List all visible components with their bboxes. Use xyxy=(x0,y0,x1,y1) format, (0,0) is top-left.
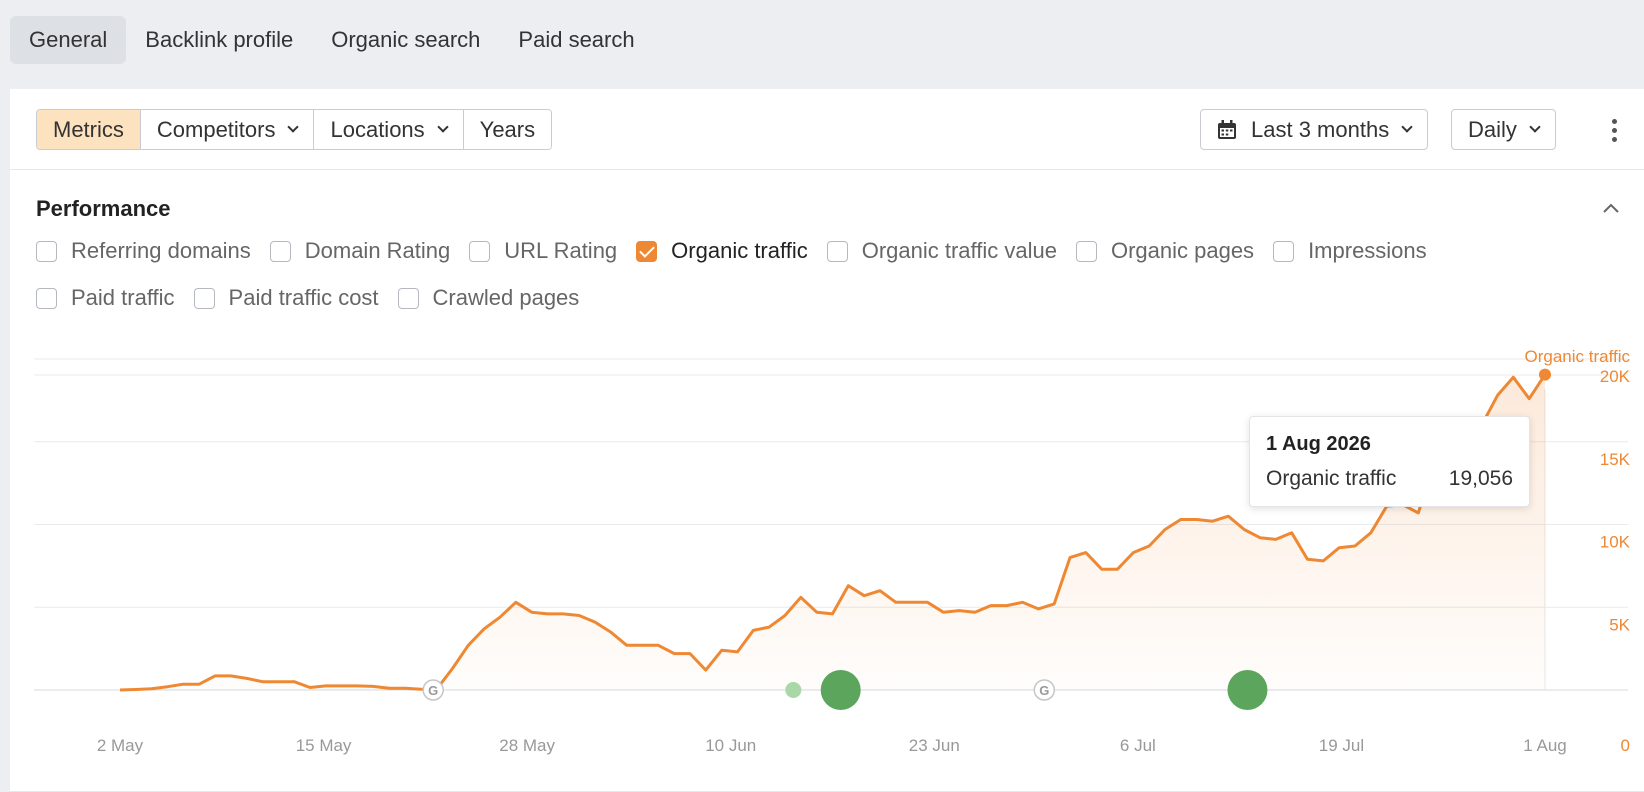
y-tick-label: 0 xyxy=(1621,736,1630,755)
y-tick-label: 10K xyxy=(1600,533,1631,552)
x-tick-label: 10 Jun xyxy=(705,736,756,755)
main-card: Metrics Competitors Locations Years Last… xyxy=(10,89,1644,792)
tab-general[interactable]: General xyxy=(10,16,127,64)
data-point[interactable] xyxy=(1539,368,1551,381)
x-tick-label: 15 May xyxy=(296,736,352,755)
annotation-marker[interactable] xyxy=(785,682,802,698)
tab-organic-search[interactable]: Organic search xyxy=(312,16,499,64)
tab-backlink-profile[interactable]: Backlink profile xyxy=(126,16,312,64)
y-tick-label: 15K xyxy=(1600,450,1631,469)
tooltip-date: 1 Aug 2026 xyxy=(1266,433,1371,455)
tooltip-value: 19,056 xyxy=(1448,467,1513,490)
annotation-marker[interactable] xyxy=(820,670,861,710)
google-update-icon[interactable]: G xyxy=(422,679,444,701)
google-update-icon[interactable]: G xyxy=(1033,679,1056,701)
x-tick-label: 19 Jul xyxy=(1319,736,1364,755)
tab-paid-search[interactable]: Paid search xyxy=(499,16,653,64)
x-tick-label: 6 Jul xyxy=(1120,736,1156,755)
x-tick-label: 23 Jun xyxy=(909,736,960,755)
chart-tooltip: 1 Aug 2026 Organic traffic 19,056 xyxy=(1249,416,1530,507)
top-tabs: General Backlink profile Organic search … xyxy=(10,16,654,64)
tooltip-row: Organic traffic 19,056 xyxy=(1266,467,1513,491)
tooltip-metric: Organic traffic xyxy=(1266,467,1397,490)
y-tick-label: 20K xyxy=(1600,367,1631,386)
y-axis-title: Organic traffic xyxy=(1524,347,1630,366)
x-tick-label: 2 May xyxy=(97,736,144,755)
x-tick-label: 28 May xyxy=(499,736,555,755)
google-update-letter: G xyxy=(428,683,438,698)
y-tick-label: 5K xyxy=(1609,615,1630,634)
x-tick-label: 1 Aug xyxy=(1523,736,1567,755)
google-update-letter: G xyxy=(1039,683,1049,698)
annotation-marker[interactable] xyxy=(1227,670,1268,710)
